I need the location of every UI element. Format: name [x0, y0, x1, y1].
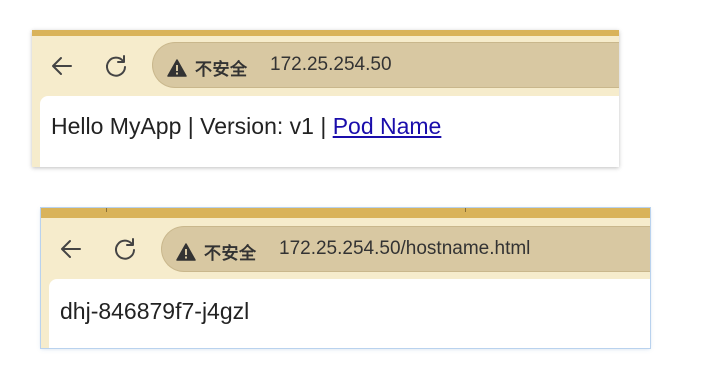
- security-indicator[interactable]: 不安全: [176, 239, 257, 264]
- address-bar[interactable]: 不安全 172.25.254.50: [152, 42, 619, 88]
- content-line: Hello MyApp | Version: v1 | Pod Name: [51, 113, 441, 140]
- reload-icon: [106, 55, 126, 77]
- tab-divider: [106, 208, 107, 212]
- back-arrow-icon: [61, 240, 81, 258]
- security-label: 不安全: [204, 244, 257, 263]
- back-button[interactable]: [48, 52, 76, 80]
- url-text[interactable]: 172.25.254.50/hostname.html: [279, 238, 530, 260]
- window-accent-bar: [32, 30, 619, 36]
- page-content: Hello MyApp | Version: v1 | Pod Name: [40, 96, 619, 167]
- reload-button[interactable]: [111, 235, 139, 263]
- warning-triangle-icon: [176, 242, 196, 261]
- security-label: 不安全: [195, 60, 248, 79]
- back-button[interactable]: [57, 235, 85, 263]
- page-content: dhj-846879f7-j4gzl: [49, 279, 650, 348]
- back-arrow-icon: [52, 57, 72, 75]
- hostname-text: dhj-846879f7-j4gzl: [60, 298, 250, 324]
- greeting-text: Hello MyApp | Version: v1 |: [51, 113, 333, 139]
- address-bar[interactable]: 不安全 172.25.254.50/hostname.html: [161, 226, 650, 272]
- reload-icon: [115, 238, 135, 260]
- tab-divider: [465, 208, 466, 212]
- security-indicator[interactable]: 不安全: [167, 55, 248, 80]
- browser-window-hostname: 不安全 172.25.254.50/hostname.html dhj-8468…: [41, 208, 650, 348]
- warning-triangle-icon: [167, 58, 187, 77]
- reload-button[interactable]: [102, 52, 130, 80]
- window-accent-bar: [41, 208, 650, 218]
- pod-name-link[interactable]: Pod Name: [333, 113, 442, 139]
- url-text[interactable]: 172.25.254.50: [270, 54, 392, 76]
- browser-window-main: 不安全 172.25.254.50 Hello MyApp | Version:…: [32, 30, 619, 167]
